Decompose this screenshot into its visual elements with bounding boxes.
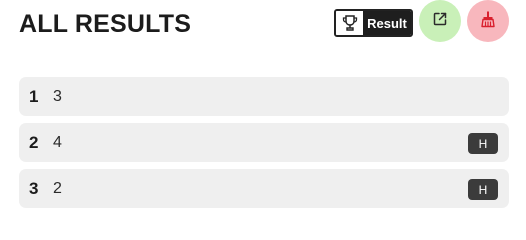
clear-results-button[interactable] — [467, 0, 509, 42]
result-button[interactable]: Result — [334, 9, 413, 37]
broom-icon — [479, 10, 497, 33]
results-list: 1 3 2 4 H 3 2 H — [19, 77, 509, 215]
result-value: 4 — [53, 133, 62, 151]
result-button-label: Result — [363, 11, 411, 35]
external-link-icon — [432, 11, 448, 32]
result-row[interactable]: 3 2 H — [19, 169, 509, 208]
result-rank: 2 — [29, 132, 39, 152]
share-button[interactable] — [419, 0, 461, 42]
result-rank: 3 — [29, 178, 39, 198]
result-tag-badge: H — [468, 133, 498, 154]
result-row[interactable]: 2 4 H — [19, 123, 509, 162]
result-tag-badge: H — [468, 179, 498, 200]
result-value: 3 — [53, 87, 62, 105]
page-title: ALL RESULTS — [19, 10, 192, 38]
result-row[interactable]: 1 3 — [19, 77, 509, 116]
result-value: 2 — [53, 179, 62, 197]
result-rank: 1 — [29, 86, 39, 106]
trophy-icon — [336, 11, 363, 35]
